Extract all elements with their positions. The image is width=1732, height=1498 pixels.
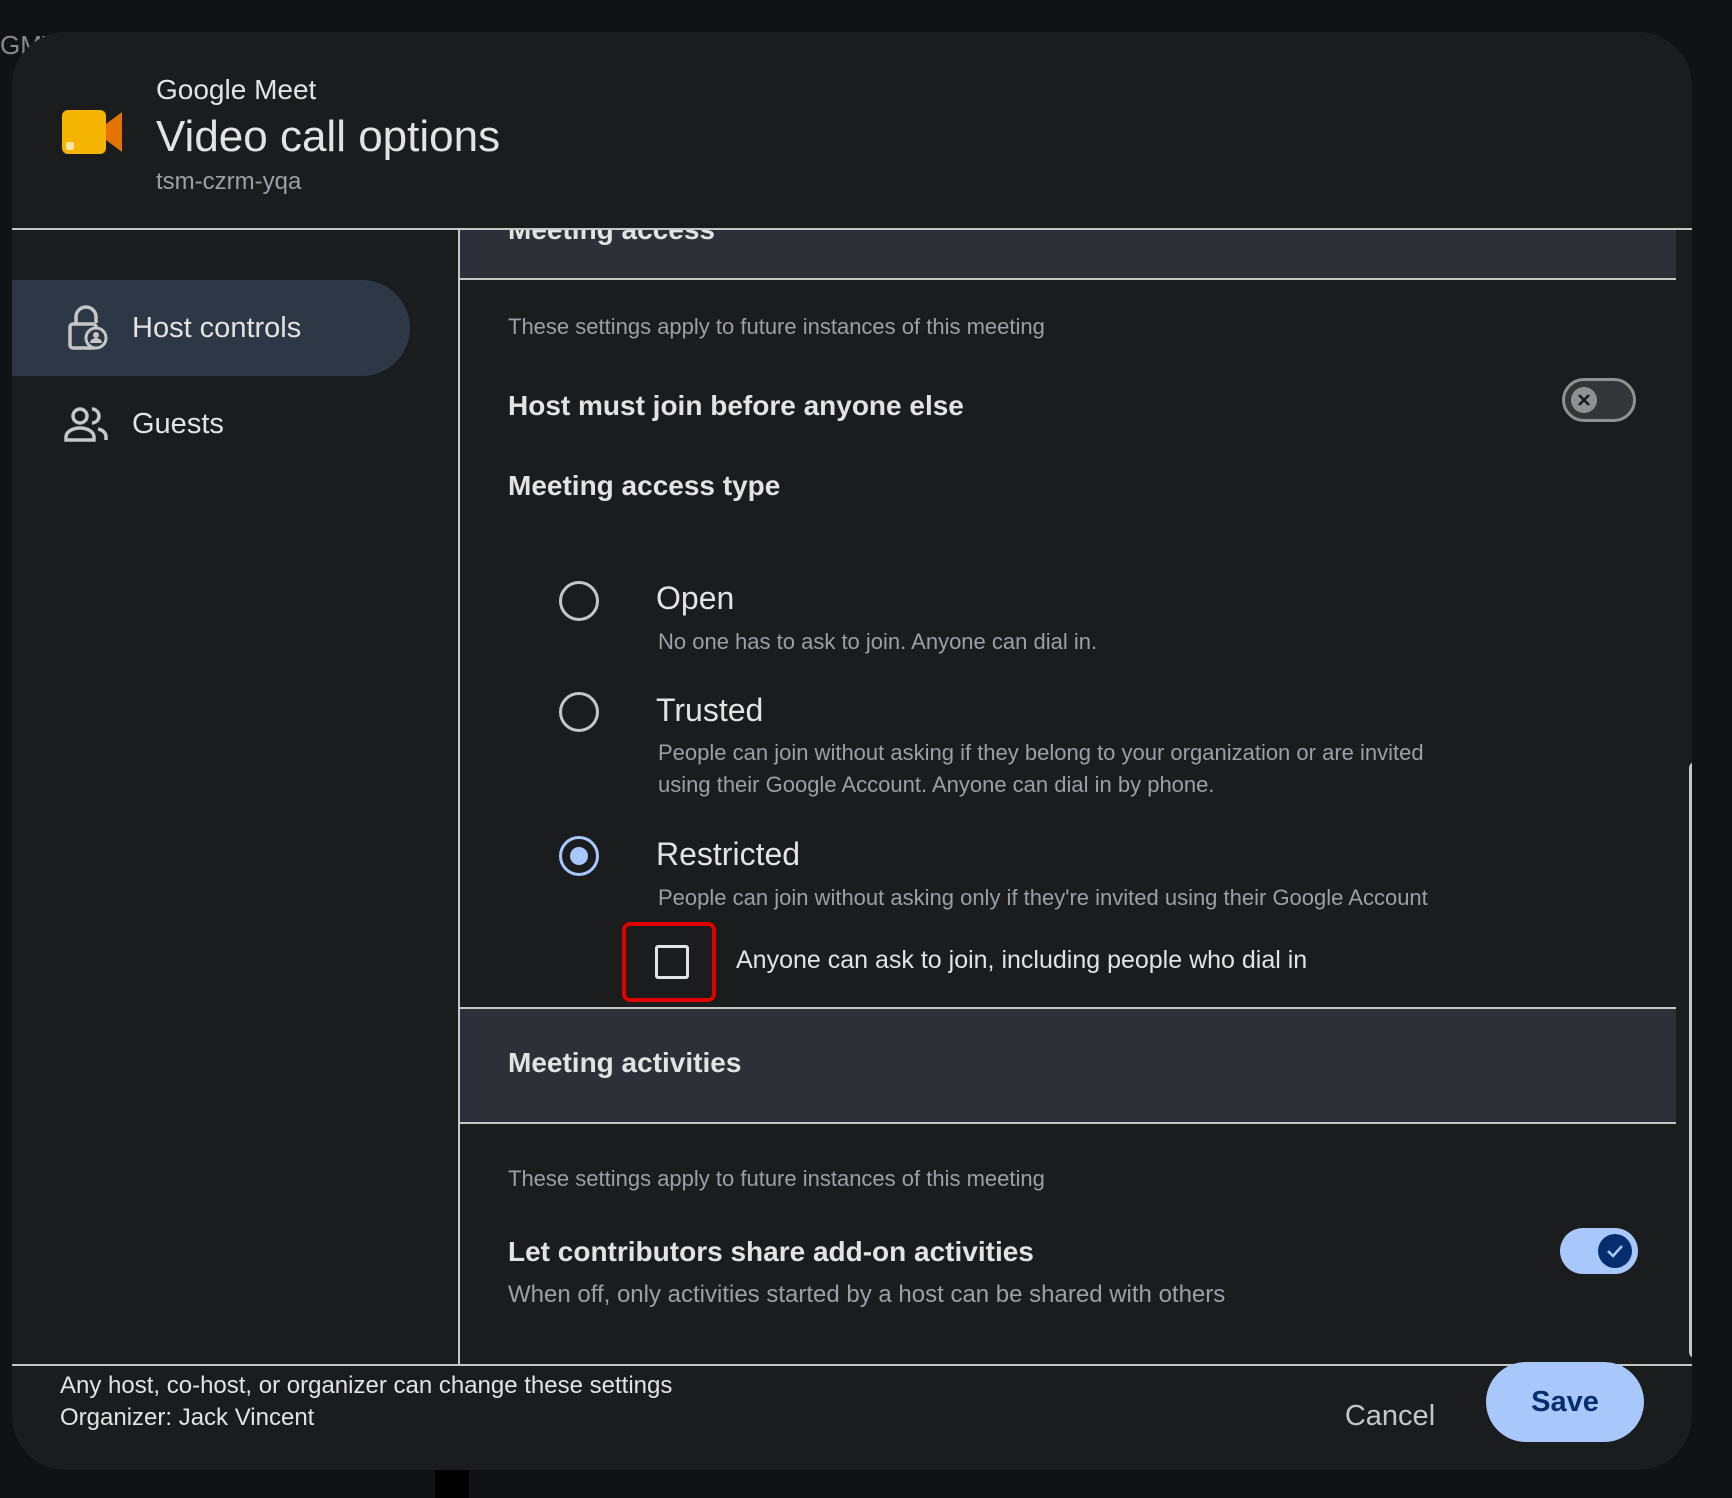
footer-note: Any host, co-host, or organizer can chan… xyxy=(60,1372,673,1399)
option-open-title: Open xyxy=(656,580,735,616)
future-instances-note: These settings apply to future instances… xyxy=(508,1166,1045,1191)
host-must-join-label: Host must join before anyone else xyxy=(508,390,964,421)
meeting-access-section-header: Meeting access xyxy=(460,230,1676,280)
video-call-options-dialog: Google Meet Video call options tsm-czrm-… xyxy=(12,32,1692,1470)
sidebar-item-label: Guests xyxy=(132,407,224,440)
radio-open[interactable] xyxy=(559,581,599,621)
option-trusted-title: Trusted xyxy=(656,692,764,728)
background-strip xyxy=(435,1470,469,1498)
share-addon-label: Let contributors share add-on activities xyxy=(508,1236,1034,1267)
section-title: Meeting access xyxy=(508,230,715,246)
dialog-title: Video call options xyxy=(156,112,501,161)
organizer-text: Organizer: Jack Vincent xyxy=(60,1404,315,1431)
section-title: Meeting activities xyxy=(508,1047,742,1078)
sidebar-item-host-controls[interactable]: Host controls xyxy=(12,280,410,376)
radio-restricted[interactable] xyxy=(559,836,599,876)
app-name: Google Meet xyxy=(156,74,317,105)
future-instances-note: These settings apply to future instances… xyxy=(508,314,1045,339)
close-icon xyxy=(1578,394,1590,406)
meeting-activities-section-header: Meeting activities xyxy=(460,1007,1676,1124)
option-trusted-desc-line2: using their Google Account. Anyone can d… xyxy=(658,772,1215,797)
toggle-knob xyxy=(1598,1234,1632,1268)
people-icon xyxy=(64,407,108,442)
ask-to-join-label: Anyone can ask to join, including people… xyxy=(736,946,1308,974)
lock-person-icon xyxy=(68,305,108,350)
cancel-button[interactable]: Cancel xyxy=(1330,1380,1450,1452)
sidebar-nav: Host controls Guests xyxy=(12,230,460,1364)
save-button[interactable]: Save xyxy=(1486,1362,1644,1442)
toggle-knob xyxy=(1571,387,1597,413)
option-restricted-desc: People can join without asking only if t… xyxy=(658,885,1428,910)
share-addon-desc: When off, only activities started by a h… xyxy=(508,1281,1226,1308)
check-icon xyxy=(1607,1245,1623,1258)
host-must-join-toggle[interactable] xyxy=(1562,378,1636,422)
sidebar-item-label: Host controls xyxy=(132,311,302,344)
settings-content[interactable]: Meeting access These settings apply to f… xyxy=(460,230,1676,1364)
meeting-access-type-label: Meeting access type xyxy=(508,470,781,501)
option-open-desc: No one has to ask to join. Anyone can di… xyxy=(658,629,1098,654)
option-trusted-desc-line1: People can join without asking if they b… xyxy=(658,740,1424,765)
sidebar-item-guests[interactable]: Guests xyxy=(12,376,410,472)
option-restricted-title: Restricted xyxy=(656,836,801,872)
ask-to-join-checkbox[interactable] xyxy=(655,945,689,979)
content-scrollbar[interactable] xyxy=(1689,762,1692,1358)
radio-trusted[interactable] xyxy=(559,692,599,732)
google-meet-icon xyxy=(62,110,122,154)
dialog-header: Google Meet Video call options tsm-czrm-… xyxy=(12,32,1692,228)
meeting-code: tsm-czrm-yqa xyxy=(156,168,302,195)
share-addon-toggle[interactable] xyxy=(1560,1228,1638,1274)
footer-divider xyxy=(12,1364,1692,1366)
